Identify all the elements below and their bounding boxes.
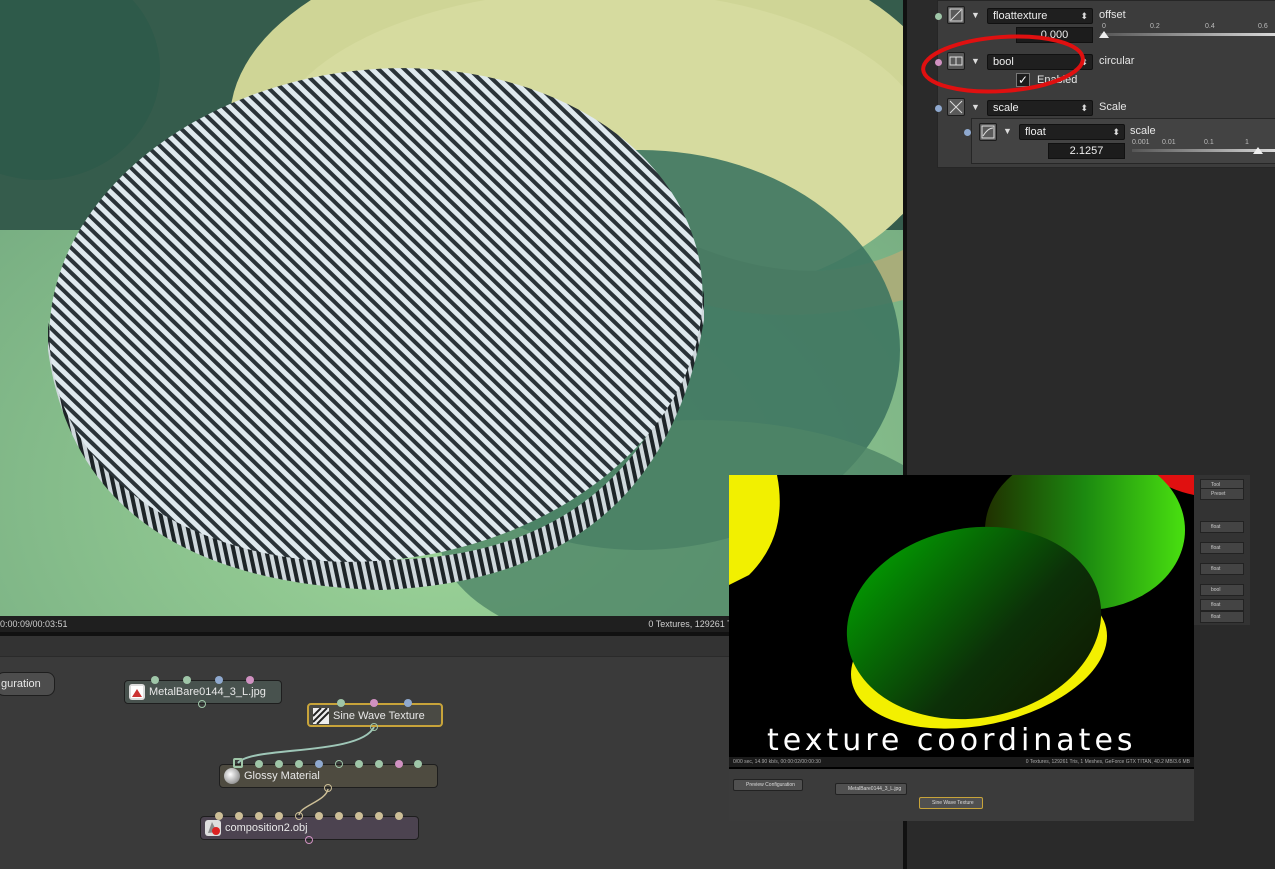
- scale-float-subpanel: ▼ float ⬍ scale 2.1257 0.001 0.01 0.1 1: [964, 118, 1275, 164]
- scale-value-field[interactable]: 2.1257: [1048, 143, 1125, 159]
- material-sphere-icon: [224, 768, 240, 784]
- input-pin-selected[interactable]: [233, 758, 243, 768]
- slider-tick: 0.4: [1205, 23, 1215, 30]
- mesh-icon: [205, 820, 221, 836]
- input-pin[interactable]: [295, 760, 303, 768]
- node-preview-configuration[interactable]: guration: [0, 672, 55, 696]
- offset-type-dropdown[interactable]: floattexture ⬍: [987, 8, 1093, 24]
- inset-side-panel: Tool Preset float float float bool float…: [1194, 475, 1250, 625]
- dropdown-value: floattexture: [993, 10, 1048, 22]
- input-pin[interactable]: [335, 760, 343, 768]
- input-pin[interactable]: [355, 760, 363, 768]
- input-pin[interactable]: [255, 812, 263, 820]
- inset-side-item: float: [1200, 611, 1244, 623]
- input-pin[interactable]: [295, 812, 303, 820]
- slider-tick: 1: [1245, 139, 1249, 146]
- scale-float-type-dropdown[interactable]: float ⬍: [1019, 124, 1125, 140]
- slider-tick: 0.6: [1258, 23, 1268, 30]
- inset-caption: texture coordinates: [767, 723, 1137, 758]
- sine-wave-parameters: ▼ floattexture ⬍ offset 0.000 0 0.2 0.4 0…: [921, 0, 1275, 168]
- inset-side-item: bool: [1200, 584, 1244, 596]
- output-pin[interactable]: [324, 784, 332, 792]
- input-pin[interactable]: [275, 812, 283, 820]
- inset-status-right: 0 Textures, 129261 Tris, 1 Meshes, GeFor…: [1025, 759, 1190, 765]
- input-pin[interactable]: [337, 699, 345, 707]
- slider-thumb[interactable]: [1099, 31, 1109, 38]
- dropdown-arrow-icon: ⬍: [1080, 11, 1088, 21]
- input-pin[interactable]: [215, 676, 223, 684]
- dropdown-arrow-icon: ⬍: [1080, 103, 1088, 113]
- slider-tick: 0.01: [1162, 139, 1176, 146]
- input-pin[interactable]: [335, 812, 343, 820]
- inset-side-item: float: [1200, 563, 1244, 575]
- float-icon[interactable]: [979, 123, 997, 141]
- output-pin[interactable]: [370, 723, 378, 731]
- image-icon: [129, 684, 145, 700]
- render-time: 0:00:09/00:03:51: [0, 619, 68, 629]
- input-pin[interactable]: [183, 676, 191, 684]
- dropdown-value: float: [1025, 126, 1046, 138]
- input-pin[interactable]: [395, 812, 403, 820]
- node-label: Sine Wave Texture: [333, 710, 425, 722]
- inset-render: [729, 475, 1194, 757]
- scale-type-dropdown[interactable]: scale ⬍: [987, 100, 1093, 116]
- inset-status-left: 0/00 sec, 14.90 kb/s, 00:00:02/00:00:30: [733, 759, 821, 765]
- slider-tick: 0.2: [1150, 23, 1160, 30]
- red-circle-annotation: [921, 34, 1085, 94]
- dropdown-value: scale: [993, 102, 1019, 114]
- inset-side-item: float: [1200, 599, 1244, 611]
- input-pin[interactable]: [215, 812, 223, 820]
- offset-slider[interactable]: 0 0.2 0.4 0.6: [1099, 23, 1275, 38]
- input-pin[interactable]: [370, 699, 378, 707]
- slider-thumb[interactable]: [1253, 147, 1263, 154]
- input-pin[interactable]: [355, 812, 363, 820]
- input-pin[interactable]: [315, 760, 323, 768]
- input-pin[interactable]: [375, 760, 383, 768]
- node-label: Glossy Material: [244, 770, 320, 782]
- input-pin[interactable]: [151, 676, 159, 684]
- inset-node: Sine Wave Texture: [919, 797, 983, 809]
- pin-bullet: [935, 13, 942, 20]
- scale-icon[interactable]: [947, 98, 965, 116]
- circular-label: circular: [1099, 55, 1135, 67]
- inset-side-item: float: [1200, 542, 1244, 554]
- collapse-triangle-icon[interactable]: ▼: [971, 10, 980, 20]
- slider-tick: 0.001: [1132, 139, 1150, 146]
- scale-label: scale: [1130, 125, 1156, 137]
- inset-status-bar: 0/00 sec, 14.90 kb/s, 00:00:02/00:00:30 …: [729, 757, 1194, 767]
- node-label: MetalBare0144_3_L.jpg: [149, 686, 266, 698]
- scale-slider[interactable]: 0.001 0.01 0.1 1: [1132, 139, 1275, 154]
- offset-label: offset: [1099, 9, 1126, 21]
- inset-side-item: Preset: [1200, 488, 1244, 500]
- node-label: guration: [1, 678, 41, 690]
- input-pin[interactable]: [404, 699, 412, 707]
- inset-node-graph: Preview Configuration MetalBare0144_3_L.…: [729, 769, 1194, 821]
- texture-coordinates-inset: texture coordinates 0/00 sec, 14.90 kb/s…: [729, 475, 1194, 821]
- inset-side-item: float: [1200, 521, 1244, 533]
- output-pin[interactable]: [305, 836, 313, 844]
- input-pin[interactable]: [414, 760, 422, 768]
- float-texture-icon[interactable]: [947, 6, 965, 24]
- input-pin[interactable]: [375, 812, 383, 820]
- input-pin[interactable]: [255, 760, 263, 768]
- input-pin[interactable]: [275, 760, 283, 768]
- collapse-triangle-icon[interactable]: ▼: [971, 102, 980, 112]
- inset-node: Preview Configuration: [733, 779, 803, 791]
- dropdown-arrow-icon: ⬍: [1112, 127, 1120, 137]
- input-pin[interactable]: [395, 760, 403, 768]
- output-pin[interactable]: [198, 700, 206, 708]
- node-label: composition2.obj: [225, 822, 308, 834]
- scale-group-label: Scale: [1099, 101, 1127, 113]
- pin-bullet: [935, 105, 942, 112]
- input-pin[interactable]: [315, 812, 323, 820]
- sine-wave-icon: [312, 707, 330, 725]
- inset-node: MetalBare0144_3_L.jpg: [835, 783, 907, 795]
- input-pin[interactable]: [246, 676, 254, 684]
- pin-bullet: [964, 129, 971, 136]
- slider-tick: 0: [1102, 23, 1106, 30]
- slider-tick: 0.1: [1204, 139, 1214, 146]
- collapse-triangle-icon[interactable]: ▼: [1003, 126, 1012, 136]
- input-pin[interactable]: [235, 812, 243, 820]
